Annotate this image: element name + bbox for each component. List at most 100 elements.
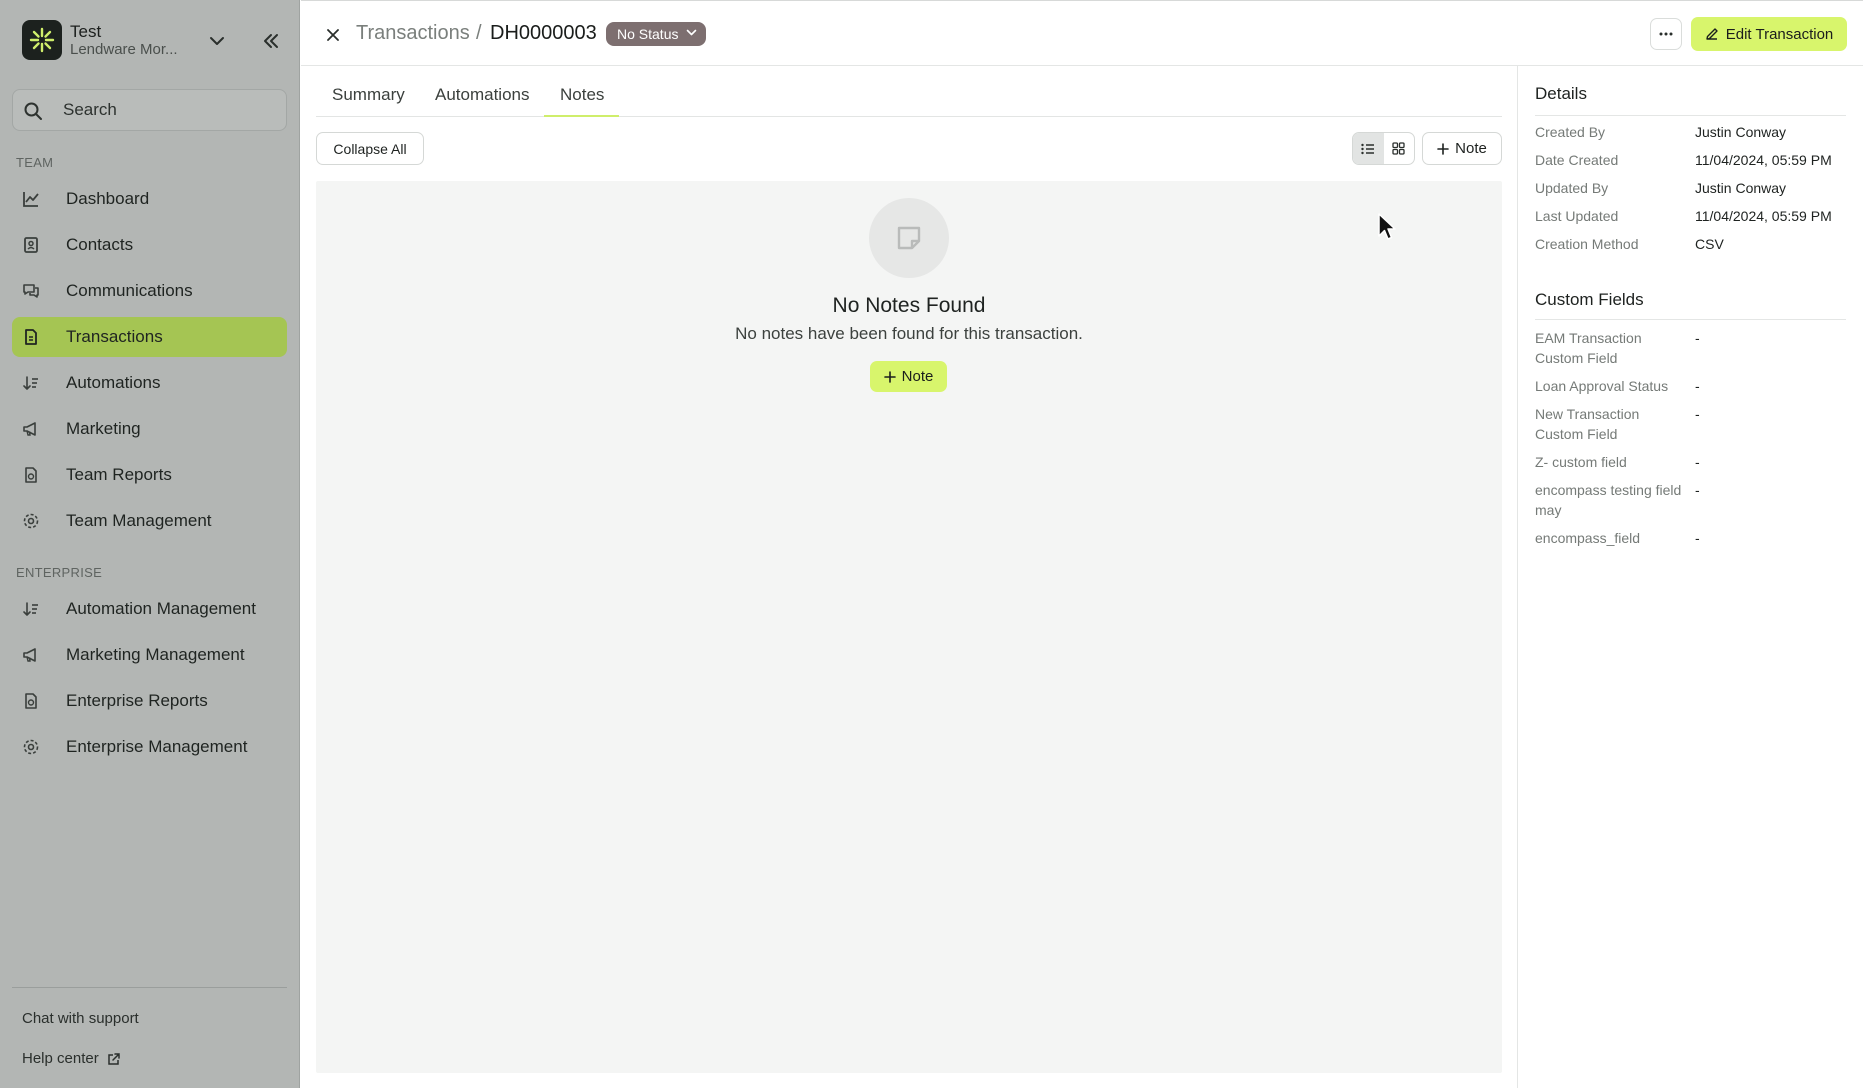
list-icon (1361, 143, 1375, 155)
sidebar-item-label: Automation Management (66, 599, 256, 618)
sidebar-item-team-management[interactable]: Team Management (12, 501, 287, 541)
plus-icon (1437, 142, 1449, 155)
sidebar-item-label: Contacts (66, 235, 134, 254)
sidebar-item-label: Team Reports (66, 465, 172, 484)
chart-line-icon (22, 190, 40, 208)
sidebar-item-dashboard[interactable]: Dashboard (12, 179, 287, 219)
tab-bar: Summary Automations Notes (316, 78, 1502, 117)
sidebar-item-label: Automations (66, 373, 161, 392)
sidebar: Test Lendware Mor... TEAM Dashboard Cont… (0, 0, 300, 1088)
tab-summary[interactable]: Summary (332, 85, 405, 105)
sidebar-item-communications[interactable]: Communications (12, 271, 287, 311)
plus-icon (883, 370, 896, 383)
empty-state-add-note-label: Note (901, 368, 934, 385)
empty-state-title: No Notes Found (832, 294, 986, 317)
chat-bubbles-icon (22, 282, 40, 300)
megaphone-icon (22, 420, 40, 438)
pencil-icon (1705, 27, 1719, 41)
gear-icon (22, 738, 40, 756)
org-logo-icon (22, 20, 62, 60)
sidebar-item-enterprise-management[interactable]: Enterprise Management (12, 727, 287, 767)
sidebar-item-label: Team Management (66, 511, 212, 530)
sidebar-item-marketing-management[interactable]: Marketing Management (12, 635, 287, 675)
org-switcher[interactable]: Test Lendware Mor... (22, 20, 292, 60)
custom-field-label: encompass testing field may (1535, 482, 1682, 518)
search-icon (23, 101, 43, 121)
sidebar-item-label: Communications (66, 281, 193, 300)
detail-value: 11/04/2024, 05:59 PM (1695, 208, 1832, 224)
detail-label: Created By (1535, 124, 1606, 140)
detail-value: 11/04/2024, 05:59 PM (1695, 152, 1832, 168)
sidebar-divider (12, 987, 287, 988)
custom-field-value: - (1695, 454, 1700, 470)
edit-transaction-label: Edit Transaction (1725, 25, 1834, 43)
chevron-down-icon[interactable] (206, 30, 228, 52)
sidebar-item-automation-management[interactable]: Automation Management (12, 589, 287, 629)
notes-panel: No Notes Found No notes have been found … (316, 181, 1502, 1073)
sidebar-item-label: Dashboard (66, 189, 150, 208)
status-label: No Status (617, 26, 679, 42)
empty-state-add-note-button[interactable]: Note (870, 361, 947, 392)
search-box[interactable] (12, 89, 287, 131)
custom-field-value: - (1695, 330, 1700, 346)
help-center-link[interactable]: Help center (22, 1050, 121, 1067)
add-note-button[interactable]: Note (1422, 132, 1502, 165)
custom-field-value: - (1695, 530, 1700, 546)
breadcrumb-separator: / (476, 22, 482, 44)
sidebar-item-team-reports[interactable]: Team Reports (12, 455, 287, 495)
sticky-note-icon (869, 198, 949, 278)
enterprise-section-label: ENTERPRISE (16, 565, 103, 580)
details-title: Details (1535, 84, 1587, 103)
custom-field-label: Loan Approval Status (1535, 378, 1669, 394)
chat-support-link[interactable]: Chat with support (22, 1010, 139, 1027)
details-divider (1535, 115, 1846, 116)
custom-field-label: New Transaction Custom Field (1535, 406, 1640, 442)
gear-icon (22, 512, 40, 530)
sidebar-item-marketing[interactable]: Marketing (12, 409, 287, 449)
sidebar-item-enterprise-reports[interactable]: Enterprise Reports (12, 681, 287, 721)
sidebar-item-contacts[interactable]: Contacts (12, 225, 287, 265)
close-icon[interactable] (321, 23, 345, 47)
custom-fields-divider (1535, 319, 1846, 320)
megaphone-icon (22, 646, 40, 664)
tab-notes[interactable]: Notes (560, 85, 604, 105)
status-dropdown[interactable]: No Status (606, 22, 707, 46)
contact-card-icon (22, 236, 40, 254)
collapse-sidebar-icon[interactable] (258, 28, 284, 54)
detail-value: CSV (1695, 236, 1724, 252)
chat-support-label: Chat with support (22, 1010, 139, 1027)
empty-state-description: No notes have been found for this transa… (735, 324, 1083, 343)
list-view-button[interactable] (1353, 133, 1384, 164)
grid-view-button[interactable] (1384, 133, 1415, 164)
detail-label: Date Created (1535, 152, 1619, 168)
details-panel: Details Created By Justin Conway Date Cr… (1517, 66, 1863, 1088)
sidebar-item-transactions[interactable]: Transactions (12, 317, 287, 357)
sidebar-item-automations[interactable]: Automations (12, 363, 287, 403)
detail-label: Last Updated (1535, 208, 1619, 224)
sort-arrows-icon (22, 374, 40, 392)
external-link-icon (107, 1052, 121, 1066)
report-icon (22, 466, 40, 484)
grid-icon (1392, 142, 1405, 155)
collapse-all-button[interactable]: Collapse All (316, 132, 424, 165)
document-icon (22, 328, 40, 346)
breadcrumb-transactions[interactable]: Transactions (356, 22, 470, 45)
custom-field-label: Z- custom field (1535, 454, 1627, 470)
mouse-cursor-icon (1377, 212, 1397, 242)
custom-field-value: - (1695, 406, 1700, 422)
ellipsis-icon (1659, 32, 1673, 36)
edit-transaction-button[interactable]: Edit Transaction (1691, 17, 1847, 51)
detail-label: Updated By (1535, 180, 1609, 196)
sidebar-item-label: Marketing Management (66, 645, 245, 664)
custom-field-value: - (1695, 482, 1700, 498)
page-title: DH0000003 (490, 22, 597, 44)
help-center-label: Help center (22, 1050, 99, 1067)
tab-automations[interactable]: Automations (435, 85, 530, 105)
search-input[interactable] (63, 90, 278, 130)
detail-value: Justin Conway (1695, 124, 1787, 140)
org-name: Test (70, 22, 102, 41)
report-icon (22, 692, 40, 710)
active-tab-indicator (544, 115, 619, 117)
more-options-button[interactable] (1650, 18, 1682, 50)
view-mode-toggle (1352, 132, 1415, 165)
